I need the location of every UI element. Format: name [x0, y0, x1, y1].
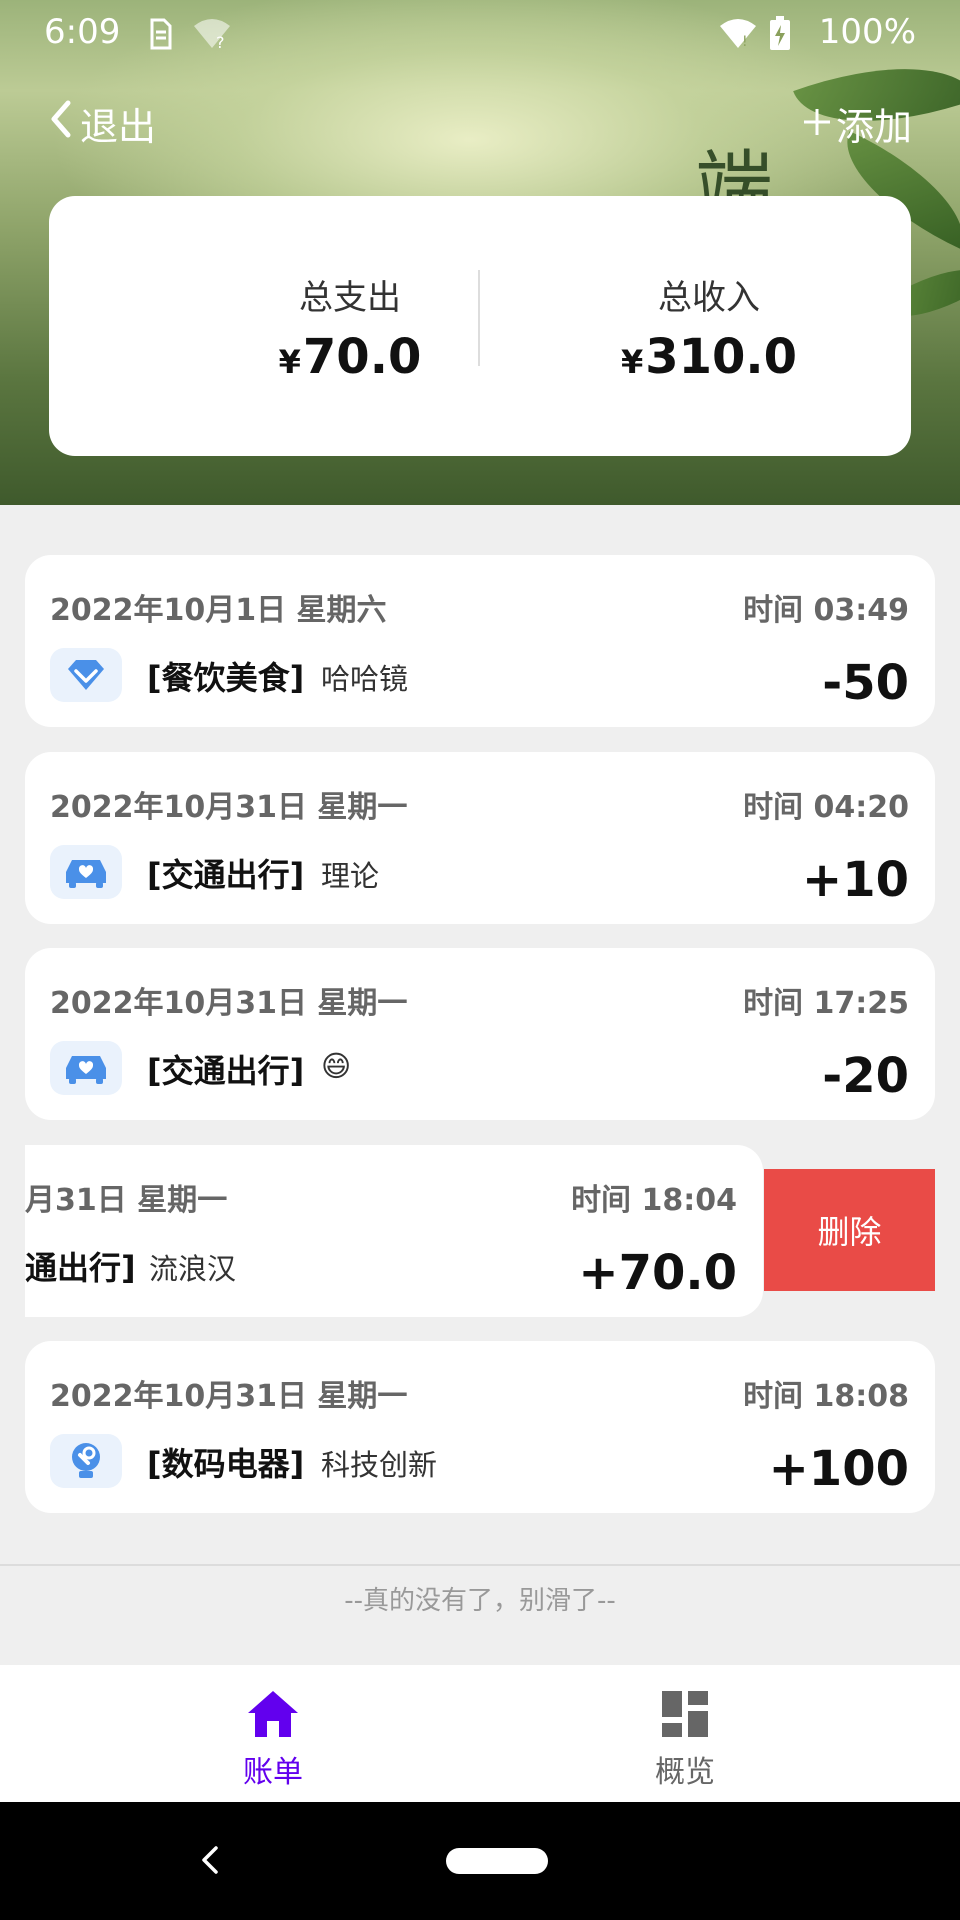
plus-icon [802, 102, 832, 146]
record-note: 科技创新 [321, 1448, 438, 1482]
bottom-tab-bar: 账单 概览 [0, 1665, 960, 1802]
add-label: 添加 [835, 105, 912, 149]
record-time: 时间 18:08 [743, 1379, 909, 1414]
record-date: 2022年10月31日 星期一 [50, 986, 408, 1021]
chevron-left-icon [48, 99, 74, 148]
car-icon [50, 845, 122, 899]
summary-card: 总支出 ¥70.0 总收入 ¥310.0 [49, 196, 911, 456]
tab-bills[interactable]: 账单 [33, 1665, 513, 1802]
add-button[interactable]: 添加 [802, 96, 912, 151]
sim-icon [146, 16, 176, 56]
summary-divider [478, 270, 480, 366]
exit-label: 退出 [80, 105, 157, 149]
record-date: 月31日 星期一 [25, 1183, 228, 1218]
record-category: 通出行] [25, 1249, 136, 1287]
record-category: [餐饮美食] [147, 659, 305, 697]
record-time: 时间 03:49 [743, 593, 909, 628]
record-date: 2022年10月31日 星期一 [50, 790, 408, 825]
battery-charging-icon [768, 16, 792, 56]
record-amount: +10 [801, 852, 909, 908]
record-note: 😄 [321, 1049, 352, 1083]
delete-button[interactable]: 删除 [764, 1169, 935, 1291]
status-time: 6:09 [44, 12, 121, 52]
total-income: 总收入 ¥310.0 [544, 196, 874, 385]
tab-overview-label: 概览 [655, 1755, 715, 1790]
diamond-icon [50, 648, 122, 702]
wifi-question-icon: ? [192, 16, 232, 54]
home-icon [33, 1689, 513, 1745]
exit-button[interactable]: 退出 [48, 96, 156, 151]
status-bar: 6:09 ? ! 100% [0, 0, 960, 70]
system-navigation-bar [0, 1802, 960, 1920]
car-icon [50, 1041, 122, 1095]
record-item-swiped[interactable]: 月31日 星期一 时间 18:04 通出行] 流浪汉 +70.0 [25, 1145, 763, 1317]
record-amount: +70.0 [578, 1245, 737, 1301]
record-note: 哈哈镜 [321, 662, 409, 696]
record-date: 2022年10月31日 星期一 [50, 1379, 408, 1414]
record-amount: +100 [768, 1441, 909, 1497]
record-category: [交通出行] [147, 856, 305, 894]
svg-text:?: ? [216, 33, 225, 50]
digital-icon [50, 1434, 122, 1488]
income-value: ¥310.0 [620, 329, 798, 385]
record-time: 时间 04:20 [743, 790, 909, 825]
battery-percent: 100% [818, 12, 916, 52]
tab-overview[interactable]: 概览 [445, 1665, 925, 1802]
income-label: 总收入 [658, 278, 760, 318]
system-back-icon[interactable] [198, 1842, 222, 1882]
dashboard-icon [445, 1689, 925, 1745]
record-amount: -50 [822, 655, 909, 711]
wifi-icon: ! [718, 16, 758, 54]
record-item[interactable]: 2022年10月31日 星期一 时间 17:25 [交通出行] 😄 -20 [25, 948, 935, 1120]
record-amount: -20 [822, 1048, 909, 1104]
record-category: [数码电器] [147, 1445, 305, 1483]
record-item[interactable]: 2022年10月31日 星期一 时间 04:20 [交通出行] 理论 +10 [25, 752, 935, 924]
record-time: 时间 17:25 [743, 986, 909, 1021]
record-date: 2022年10月1日 星期六 [50, 593, 387, 628]
record-note: 理论 [321, 859, 380, 893]
record-time: 时间 18:04 [571, 1183, 737, 1218]
record-item[interactable]: 2022年10月1日 星期六 时间 03:49 [餐饮美食] 哈哈镜 -50 [25, 555, 935, 727]
system-home-pill[interactable] [446, 1848, 548, 1874]
list-end-text: --真的没有了，别滑了-- [344, 1586, 616, 1616]
list-end-divider [0, 1564, 960, 1566]
tab-bills-label: 账单 [243, 1755, 303, 1790]
record-note: 流浪汉 [149, 1252, 237, 1286]
record-item[interactable]: 2022年10月31日 星期一 时间 18:08 [数码电器] 科技创新 +10… [25, 1341, 935, 1513]
expense-value: ¥70.0 [278, 329, 422, 385]
svg-text:!: ! [742, 34, 748, 50]
total-expense: 总支出 ¥70.0 [185, 196, 515, 385]
expense-label: 总支出 [299, 278, 401, 318]
record-category: [交通出行] [147, 1052, 305, 1090]
